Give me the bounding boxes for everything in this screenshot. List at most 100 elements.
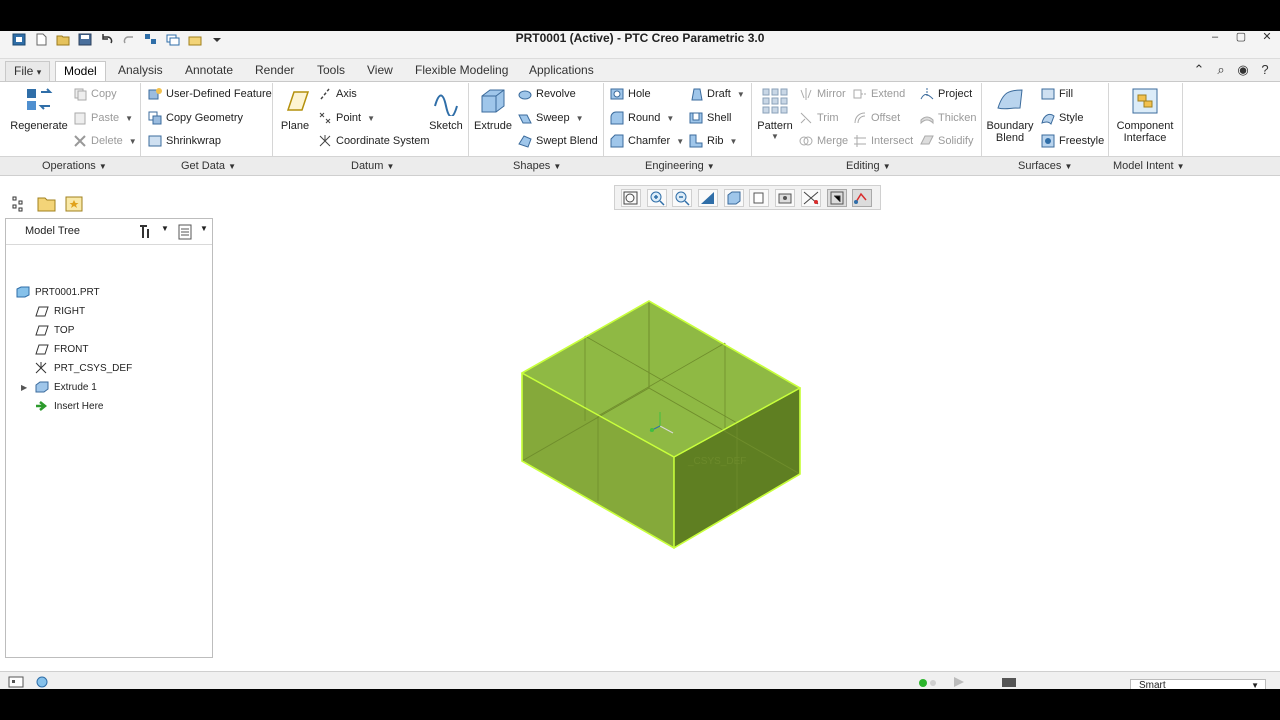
- component-interface-label-1: Component: [1116, 120, 1174, 132]
- tree-item-csys[interactable]: PRT_CSYS_DEF: [35, 360, 132, 376]
- plane-button[interactable]: Plane: [278, 86, 312, 132]
- settings-icon[interactable]: [137, 224, 153, 243]
- community-icon[interactable]: ◉: [1232, 63, 1254, 79]
- user-defined-feature-button[interactable]: User-Defined Feature: [148, 86, 272, 102]
- chevron-down-icon[interactable]: ▼: [200, 224, 208, 233]
- favorites-tab-icon[interactable]: [61, 191, 87, 215]
- tree-item-front[interactable]: FRONT: [35, 341, 88, 357]
- tree-item-extrude[interactable]: ▶ Extrude 1: [21, 379, 97, 395]
- pattern-button[interactable]: Pattern ▼: [756, 86, 794, 141]
- component-interface-button[interactable]: Component Interface: [1114, 86, 1176, 144]
- extend-button[interactable]: Extend: [853, 86, 905, 102]
- collapse-ribbon-icon[interactable]: ⌃: [1188, 63, 1210, 79]
- group-operations[interactable]: Operations ▼: [42, 160, 107, 172]
- tab-render[interactable]: Render: [247, 61, 302, 81]
- top-front-edge: [521, 372, 675, 458]
- style-button[interactable]: Style: [1041, 110, 1083, 126]
- mirror-button[interactable]: Mirror: [799, 86, 846, 102]
- draft-button[interactable]: Draft ▼: [689, 86, 745, 102]
- paste-button[interactable]: Paste ▼: [73, 110, 133, 126]
- shrinkwrap-button[interactable]: Shrinkwrap: [148, 133, 221, 149]
- revolve-button[interactable]: Revolve: [518, 86, 576, 102]
- chamfer-button[interactable]: Chamfer ▼: [610, 133, 684, 149]
- zoom-in-icon[interactable]: [646, 188, 667, 207]
- tab-flexible-modeling[interactable]: Flexible Modeling: [407, 61, 516, 81]
- repaint-icon[interactable]: [698, 188, 719, 207]
- group-get-data[interactable]: Get Data ▼: [181, 160, 236, 172]
- expand-arrow-icon[interactable]: ▶: [21, 383, 35, 392]
- tab-tools[interactable]: Tools: [309, 61, 353, 81]
- hole-button[interactable]: Hole: [610, 86, 651, 102]
- selection-filter-dropdown[interactable]: Smart ▼: [1130, 679, 1266, 689]
- saved-orientations-icon[interactable]: [749, 188, 770, 207]
- group-model-intent[interactable]: Model Intent ▼: [1113, 160, 1185, 172]
- annotation-display-icon[interactable]: [852, 188, 873, 207]
- tab-model[interactable]: Model: [55, 61, 106, 81]
- point-button[interactable]: Point ▼: [318, 110, 375, 126]
- solidify-button[interactable]: Solidify: [920, 133, 973, 149]
- search-icon[interactable]: ⌕: [1210, 63, 1232, 79]
- extrude-solid[interactable]: _CSYS_DEF: [520, 300, 802, 550]
- tab-annotate[interactable]: Annotate: [177, 61, 241, 81]
- tab-analysis[interactable]: Analysis: [110, 61, 171, 81]
- project-button[interactable]: Project: [920, 86, 972, 102]
- shrinkwrap-icon: [148, 134, 162, 148]
- tree-item-insert-here[interactable]: Insert Here: [35, 398, 103, 414]
- intersect-button[interactable]: Intersect: [853, 133, 913, 149]
- swept-blend-button[interactable]: Swept Blend: [518, 133, 598, 149]
- show-browser-icon[interactable]: [34, 676, 50, 689]
- refit-icon[interactable]: [621, 188, 641, 207]
- freestyle-button[interactable]: Freestyle: [1041, 133, 1104, 149]
- tree-item-part[interactable]: PRT0001.PRT: [16, 284, 100, 300]
- selection-filter-icon[interactable]: [1000, 676, 1018, 689]
- minimize-button[interactable]: –: [1202, 31, 1228, 45]
- tree-item-right[interactable]: RIGHT: [35, 303, 85, 319]
- group-engineering[interactable]: Engineering ▼: [645, 160, 715, 172]
- chevron-down-icon: ▾: [36, 67, 42, 77]
- paste-label: Paste: [91, 112, 120, 124]
- tab-file[interactable]: File ▾: [5, 61, 51, 81]
- group-editing[interactable]: Editing ▼: [846, 160, 891, 172]
- group-datum[interactable]: Datum ▼: [351, 160, 394, 172]
- ribbon-tabs: File ▾ Model Analysis Annotate Render To…: [0, 59, 1280, 81]
- chevron-down-icon: ▼: [676, 136, 685, 146]
- thicken-button[interactable]: Thicken: [920, 110, 977, 126]
- round-button[interactable]: Round ▼: [610, 110, 674, 126]
- help-icon[interactable]: ?: [1254, 63, 1276, 79]
- fill-button[interactable]: Fill: [1041, 86, 1073, 102]
- offset-button[interactable]: Offset: [853, 110, 900, 126]
- datum-display-icon[interactable]: [800, 188, 821, 207]
- show-navigator-icon[interactable]: [8, 676, 24, 689]
- tab-applications[interactable]: Applications: [521, 61, 602, 81]
- folder-browser-tab-icon[interactable]: [33, 191, 59, 215]
- show-icon[interactable]: [178, 224, 192, 243]
- tree-item-top[interactable]: TOP: [35, 322, 74, 338]
- trim-button[interactable]: Trim: [799, 110, 839, 126]
- display-style-icon[interactable]: [723, 188, 744, 207]
- sweep-button[interactable]: Sweep ▼: [518, 110, 584, 126]
- axis-button[interactable]: Axis: [318, 86, 357, 102]
- view-manager-icon[interactable]: [775, 188, 796, 207]
- group-shapes[interactable]: Shapes ▼: [513, 160, 561, 172]
- boundary-blend-button[interactable]: Boundary Blend: [985, 86, 1035, 144]
- coordinate-system-button[interactable]: Coordinate System: [318, 133, 430, 149]
- zoom-out-icon[interactable]: [672, 188, 693, 207]
- merge-button[interactable]: Merge: [799, 133, 848, 149]
- sketch-button[interactable]: Sketch: [428, 86, 464, 132]
- chevron-down-icon[interactable]: ▼: [161, 224, 169, 233]
- rib-button[interactable]: Rib ▼: [689, 133, 737, 149]
- coordinate-system-icon: [318, 134, 332, 148]
- close-button[interactable]: ✕: [1254, 31, 1280, 45]
- extrude-button[interactable]: Extrude: [474, 86, 512, 132]
- copy-button[interactable]: Copy: [73, 86, 117, 102]
- tab-view[interactable]: View: [359, 61, 401, 81]
- model-tree-tab-icon[interactable]: [5, 191, 31, 215]
- maximize-button[interactable]: ▢: [1228, 31, 1254, 45]
- copy-geometry-button[interactable]: Copy Geometry: [148, 110, 243, 126]
- play-icon[interactable]: [952, 676, 966, 689]
- shell-button[interactable]: Shell: [689, 110, 731, 126]
- group-surfaces[interactable]: Surfaces ▼: [1018, 160, 1072, 172]
- regenerate-button[interactable]: Regenerate: [8, 86, 70, 132]
- spin-center-icon[interactable]: [826, 188, 847, 207]
- delete-button[interactable]: Delete ▼: [73, 133, 137, 149]
